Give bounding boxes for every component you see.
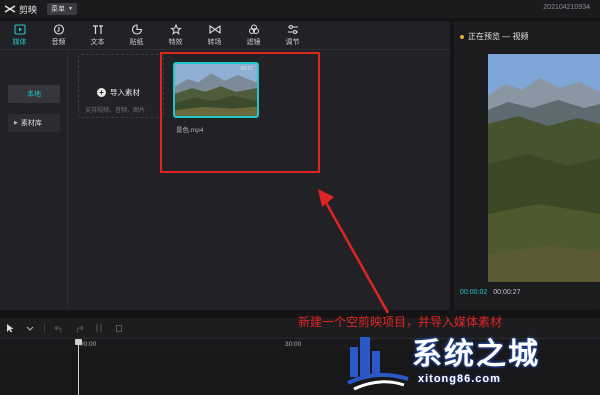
tab-sticker[interactable]: 贴纸 [117, 21, 156, 49]
sidebar-item-library[interactable]: ▶ 素材库 [8, 114, 60, 132]
preview-status-dot [460, 34, 464, 39]
tab-sticker-label: 贴纸 [129, 38, 144, 46]
effects-icon [169, 23, 182, 35]
plus-icon: + [97, 88, 106, 97]
media-icon [13, 23, 26, 35]
adjust-icon [287, 24, 298, 34]
tab-adjust[interactable]: 调节 [273, 21, 312, 49]
tab-effects-label: 特效 [168, 38, 183, 46]
menu-label: 菜单 [51, 6, 66, 13]
import-hint: 支持视频、音频、图片 [85, 108, 146, 114]
city-logo-icon [347, 337, 409, 391]
tab-transition-label: 转场 [207, 38, 222, 46]
site-watermark: 系统之城 xitong86.com [340, 325, 600, 395]
tab-text[interactable]: 文本 [78, 21, 117, 49]
redo-icon [76, 325, 84, 333]
import-media-button[interactable]: + 导入素材 支持视频、音频、图片 [78, 54, 164, 118]
project-id: 202104210934 [543, 4, 590, 11]
current-time: 00:00:02 [460, 289, 488, 296]
tab-audio[interactable]: 音频 [39, 21, 78, 49]
split-button[interactable] [89, 319, 109, 337]
undo-button[interactable] [49, 319, 69, 337]
import-label: 导入素材 [110, 88, 140, 97]
timeline-tick-30: 30:00 [285, 341, 302, 348]
tab-filter[interactable]: 滤镜 [234, 21, 273, 49]
title-bar: 剪映 菜单 ▼ 202104210934 [0, 0, 600, 18]
transition-icon [208, 24, 221, 34]
redo-button[interactable] [69, 319, 89, 337]
cursor-icon [7, 324, 14, 333]
tab-text-label: 文本 [90, 38, 105, 46]
preview-title: 正在预览 — 视频 [468, 32, 529, 41]
timeline-tick-start: 00:00 [80, 341, 97, 348]
annotation-arrow-icon [318, 189, 390, 314]
app-logo: 剪映 [4, 3, 37, 16]
sticker-icon [131, 23, 142, 35]
undo-icon [54, 325, 62, 333]
select-tool-dropdown[interactable] [20, 319, 40, 337]
tab-effects[interactable]: 特效 [156, 21, 195, 49]
chevron-down-icon: ▼ [68, 6, 73, 12]
annotation-highlight-box [160, 52, 320, 173]
tab-media-label: 媒体 [12, 38, 27, 46]
delete-button[interactable] [109, 319, 129, 337]
preview-video[interactable] [488, 54, 600, 282]
preview-panel: 正在预览 — 视频 00:00:02 00:00:27 [454, 21, 600, 310]
resource-toolbar: 媒体 音频 文本 贴纸 特效 转场 滤镜 调节 [0, 21, 450, 49]
preview-timecode: 00:00:02 00:00:27 [460, 289, 521, 296]
watermark-url: xitong86.com [418, 373, 501, 385]
tab-transition[interactable]: 转场 [195, 21, 234, 49]
tab-filter-label: 滤镜 [246, 38, 261, 46]
tab-audio-label: 音频 [51, 38, 66, 46]
preview-header: 正在预览 — 视频 [460, 31, 528, 42]
watermark-name: 系统之城 [412, 337, 540, 372]
sidebar-item-label: 本地 [27, 91, 41, 98]
playhead[interactable] [78, 340, 79, 395]
app-name: 剪映 [19, 4, 38, 15]
total-time: 00:00:27 [493, 289, 521, 296]
delete-icon [116, 325, 122, 332]
tab-media[interactable]: 媒体 [0, 21, 39, 49]
tab-adjust-label: 调节 [285, 38, 300, 46]
sidebar-item-local[interactable]: 本地 [8, 85, 60, 103]
toolbar-separator [44, 323, 45, 333]
import-label-row: + 导入素材 [97, 87, 140, 98]
media-sidebar: 本地 ▶ 素材库 [0, 50, 68, 310]
sidebar-item-label: 素材库 [20, 120, 42, 127]
audio-icon [53, 23, 64, 35]
landscape-preview-image [488, 54, 600, 282]
split-icon [96, 324, 102, 332]
capcut-logo-icon [4, 5, 16, 13]
caret-right-icon: ▶ [14, 120, 18, 126]
chevron-down-icon [26, 326, 34, 331]
filter-icon [248, 24, 259, 34]
select-tool-button[interactable] [0, 319, 20, 337]
text-icon [92, 24, 103, 34]
menu-button[interactable]: 菜单 ▼ [47, 3, 77, 15]
